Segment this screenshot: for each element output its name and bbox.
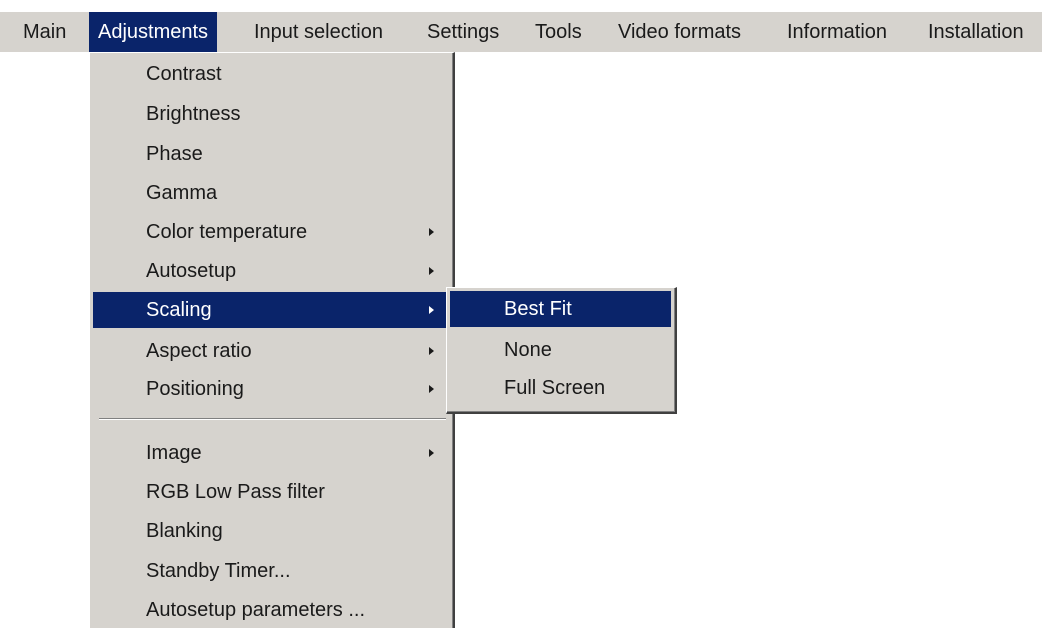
menu-item-image[interactable]: Image	[93, 435, 450, 471]
menubar-item-adjustments[interactable]: Adjustments	[89, 12, 218, 52]
arrow-right-icon	[429, 228, 434, 236]
menu-item-label: Blanking	[146, 520, 223, 542]
menu-item-label: Autosetup	[146, 260, 237, 282]
submenu-item-full-screen[interactable]: Full Screen	[450, 370, 671, 406]
menu-item-label: Color temperature	[146, 221, 308, 243]
menubar-item-settings[interactable]: Settings	[418, 12, 508, 52]
submenu-item-label: None	[504, 339, 552, 361]
menu-item-autosetup-parameters[interactable]: Autosetup parameters ...	[93, 592, 450, 628]
menu-item-label: Positioning	[146, 378, 244, 400]
menubar-item-input-selection[interactable]: Input selection	[245, 12, 392, 52]
menu-item-label: Contrast	[146, 63, 222, 85]
menu-item-scaling[interactable]: Scaling	[93, 292, 450, 328]
menu-item-autosetup[interactable]: Autosetup	[93, 253, 450, 289]
menu-item-aspect-ratio[interactable]: Aspect ratio	[93, 333, 450, 369]
menu-item-contrast[interactable]: Contrast	[93, 56, 450, 92]
menu-item-brightness[interactable]: Brightness	[93, 96, 450, 132]
menu-item-blanking[interactable]: Blanking	[93, 513, 450, 549]
menu-item-positioning[interactable]: Positioning	[93, 371, 450, 407]
submenu-item-label: Full Screen	[504, 377, 606, 399]
scaling-submenu: Best Fit None Full Screen	[446, 287, 677, 414]
menu-item-color-temperature[interactable]: Color temperature	[93, 214, 450, 250]
arrow-right-icon	[429, 347, 434, 355]
menu-item-label: Phase	[146, 143, 203, 165]
screen: Main Adjustments Input selection Setting…	[0, 0, 1042, 628]
adjustments-menu: Contrast Brightness Phase Gamma Color te…	[89, 52, 455, 628]
menubar-item-installation[interactable]: Installation	[919, 12, 1033, 52]
menubar-item-video-formats[interactable]: Video formats	[609, 12, 750, 52]
arrow-right-icon	[429, 306, 434, 314]
menubar-item-tools[interactable]: Tools	[526, 12, 591, 52]
menu-item-label: Gamma	[146, 182, 218, 204]
submenu-item-none[interactable]: None	[450, 332, 671, 368]
submenu-item-best-fit[interactable]: Best Fit	[450, 291, 671, 327]
arrow-right-icon	[429, 385, 434, 393]
arrow-right-icon	[429, 449, 434, 457]
submenu-item-label: Best Fit	[504, 298, 572, 320]
menu-item-label: Scaling	[146, 299, 212, 321]
menu-bar: Main Adjustments Input selection Setting…	[0, 12, 1042, 52]
menu-separator	[99, 418, 446, 420]
arrow-right-icon	[429, 267, 434, 275]
menu-item-standby-timer[interactable]: Standby Timer...	[93, 553, 450, 589]
menu-item-label: Brightness	[146, 103, 241, 125]
menubar-item-information[interactable]: Information	[778, 12, 896, 52]
menu-item-gamma[interactable]: Gamma	[93, 175, 450, 211]
menu-item-rgb-low-pass-filter[interactable]: RGB Low Pass filter	[93, 474, 450, 510]
menu-item-label: RGB Low Pass filter	[146, 481, 325, 503]
menu-item-label: Aspect ratio	[146, 340, 252, 362]
menu-item-label: Standby Timer...	[146, 560, 291, 582]
menubar-item-main[interactable]: Main	[14, 12, 75, 52]
menu-item-label: Image	[146, 442, 202, 464]
menu-item-label: Autosetup parameters ...	[146, 599, 366, 621]
menu-item-phase[interactable]: Phase	[93, 136, 450, 172]
